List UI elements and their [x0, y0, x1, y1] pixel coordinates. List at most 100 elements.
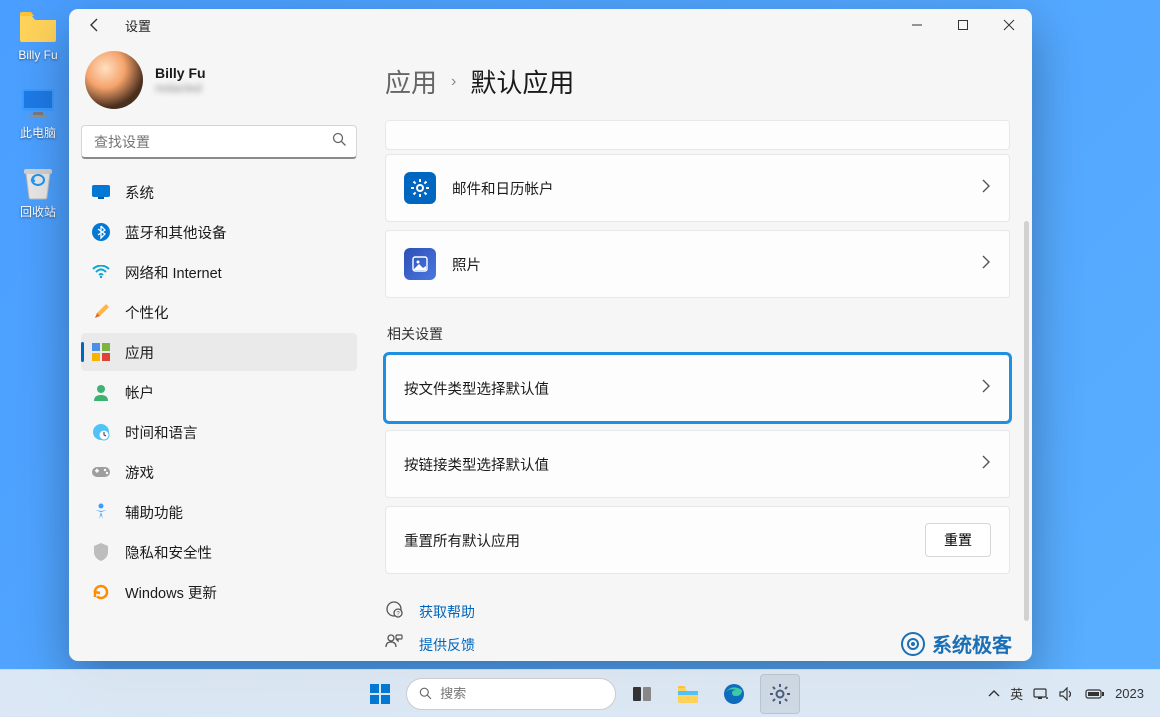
row-title: 照片 [452, 254, 981, 275]
breadcrumb-current: 默认应用 [470, 63, 574, 100]
nav-label: 隐私和安全性 [125, 542, 212, 563]
row-mail-calendar[interactable]: 邮件和日历帐户 [385, 154, 1010, 222]
nav-label: 应用 [125, 342, 154, 363]
apps-icon [91, 342, 111, 362]
desktop-icon-recycle-bin[interactable]: 回收站 [8, 163, 68, 220]
desktop-icon-label: Billy Fu [18, 48, 57, 62]
tray-overflow[interactable] [988, 689, 1000, 699]
nav-label: 蓝牙和其他设备 [125, 222, 227, 243]
user-block[interactable]: Billy Fu redacted [81, 47, 357, 125]
shield-icon [91, 542, 111, 562]
chevron-right-icon [981, 255, 991, 274]
user-name: Billy Fu [155, 65, 206, 81]
taskbar-settings[interactable] [760, 674, 800, 714]
chevron-right-icon [981, 379, 991, 398]
nav-item-privacy[interactable]: 隐私和安全性 [81, 533, 357, 571]
sidebar: Billy Fu redacted 系统 蓝牙和其他设备 网络和 Interne… [69, 41, 369, 661]
user-icon [91, 382, 111, 402]
brush-icon [91, 302, 111, 322]
taskbar-search-input[interactable] [440, 686, 603, 701]
gamepad-icon [91, 462, 111, 482]
partial-card-top[interactable] [385, 120, 1010, 150]
nav-label: Windows 更新 [125, 582, 217, 603]
scrollbar[interactable] [1024, 221, 1029, 621]
row-title: 重置所有默认应用 [404, 530, 925, 551]
nav-item-accounts[interactable]: 帐户 [81, 373, 357, 411]
globe-clock-icon [91, 422, 111, 442]
nav-item-gaming[interactable]: 游戏 [81, 453, 357, 491]
folder-icon [17, 8, 59, 46]
tray-clock[interactable]: 2023 [1115, 686, 1144, 701]
row-reset-defaults: 重置所有默认应用 重置 [385, 506, 1010, 574]
nav-label: 网络和 Internet [125, 262, 222, 283]
link-label[interactable]: 提供反馈 [419, 635, 475, 655]
nav-item-apps[interactable]: 应用 [81, 333, 357, 371]
desktop-icon-label: 回收站 [20, 203, 56, 220]
minimize-button[interactable] [894, 9, 940, 41]
desktop-icon-this-pc[interactable]: 此电脑 [8, 84, 68, 141]
nav-label: 系统 [125, 182, 154, 203]
breadcrumb: 应用 › 默认应用 [385, 63, 1010, 100]
main-content: 应用 › 默认应用 邮件和日历帐户 照片 [369, 41, 1032, 661]
titlebar: 设置 [69, 9, 1032, 41]
wifi-icon [91, 262, 111, 282]
nav-label: 时间和语言 [125, 422, 198, 443]
reset-button[interactable]: 重置 [925, 523, 991, 557]
nav-item-personalization[interactable]: 个性化 [81, 293, 357, 331]
settings-window: 设置 Billy Fu redacted 系统 [69, 9, 1032, 661]
window-title: 设置 [125, 16, 151, 35]
chevron-right-icon [981, 179, 991, 198]
row-title: 按链接类型选择默认值 [404, 454, 981, 475]
row-title: 按文件类型选择默认值 [404, 378, 981, 399]
row-photos[interactable]: 照片 [385, 230, 1010, 298]
taskbar-search[interactable] [406, 678, 616, 710]
tray-ime[interactable]: 英 [1010, 684, 1023, 703]
nav-item-system[interactable]: 系统 [81, 173, 357, 211]
task-view-button[interactable] [622, 674, 662, 714]
taskbar: 英 2023 [0, 669, 1160, 717]
desktop-icon-label: 此电脑 [20, 124, 56, 141]
recycle-bin-icon [17, 163, 59, 201]
nav-label: 帐户 [125, 382, 154, 403]
nav-item-windows-update[interactable]: Windows 更新 [81, 573, 357, 611]
system-icon [91, 182, 111, 202]
nav-item-accessibility[interactable]: 辅助功能 [81, 493, 357, 531]
row-defaults-by-link-type[interactable]: 按链接类型选择默认值 [385, 430, 1010, 498]
back-button[interactable] [81, 11, 109, 39]
close-button[interactable] [986, 9, 1032, 41]
section-title-related: 相关设置 [387, 324, 1010, 344]
monitor-icon [17, 84, 59, 122]
user-email: redacted [155, 81, 206, 95]
accessibility-icon [91, 502, 111, 522]
watermark-text: 系统极客 [932, 629, 1012, 658]
feedback-icon [385, 633, 405, 656]
search-wrap [81, 125, 357, 159]
nav-label: 辅助功能 [125, 502, 183, 523]
tray-volume-icon[interactable] [1059, 687, 1075, 701]
maximize-button[interactable] [940, 9, 986, 41]
help-icon: ? [385, 600, 405, 623]
taskbar-edge[interactable] [714, 674, 754, 714]
chevron-right-icon [981, 455, 991, 474]
row-defaults-by-file-type[interactable]: 按文件类型选择默认值 [385, 354, 1010, 422]
chevron-right-icon: › [451, 73, 456, 91]
link-label[interactable]: 获取帮助 [419, 602, 475, 622]
nav-label: 游戏 [125, 462, 154, 483]
search-input[interactable] [81, 125, 357, 159]
avatar [85, 51, 143, 109]
link-get-help[interactable]: ? 获取帮助 [385, 600, 1010, 623]
search-icon [419, 686, 432, 701]
watermark: 系统极客 [900, 629, 1012, 658]
tray-battery-icon[interactable] [1085, 688, 1105, 700]
start-button[interactable] [360, 674, 400, 714]
taskbar-file-explorer[interactable] [668, 674, 708, 714]
breadcrumb-parent[interactable]: 应用 [385, 63, 437, 100]
desktop-icon-folder[interactable]: Billy Fu [8, 8, 68, 62]
photos-app-icon [404, 248, 436, 280]
update-icon [91, 582, 111, 602]
nav-item-network[interactable]: 网络和 Internet [81, 253, 357, 291]
tray-network-icon[interactable] [1033, 687, 1049, 701]
bluetooth-icon [91, 222, 111, 242]
nav-item-time-language[interactable]: 时间和语言 [81, 413, 357, 451]
nav-item-bluetooth[interactable]: 蓝牙和其他设备 [81, 213, 357, 251]
